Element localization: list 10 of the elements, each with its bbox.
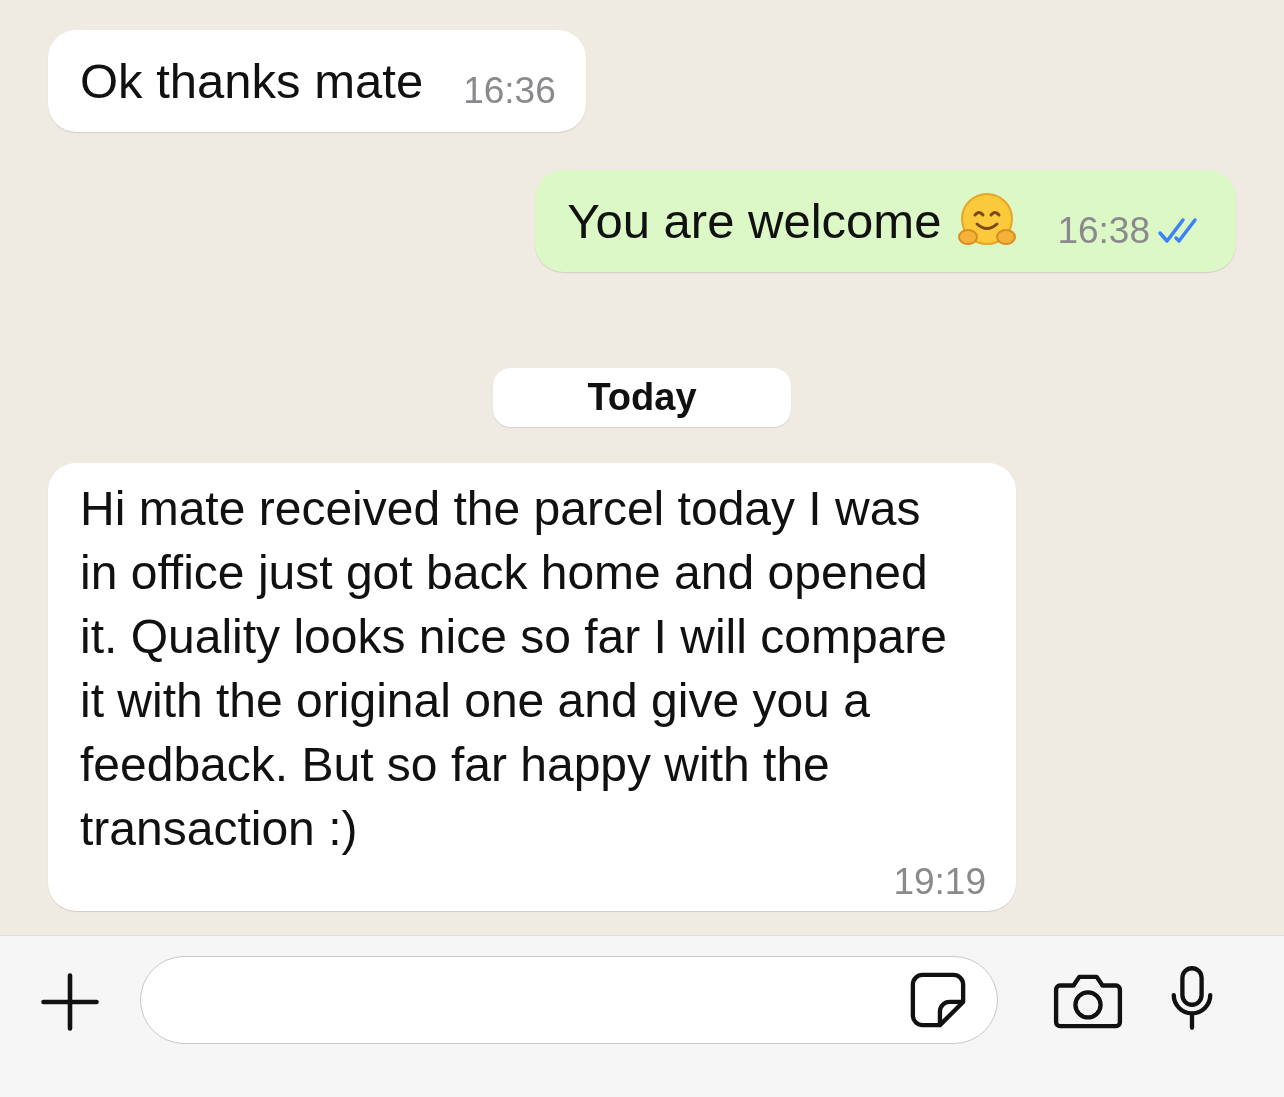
message-time: 16:36 [463,70,556,112]
message-text: Hi mate received the parcel today I was in office just got back home and opened it. Quality looks nice so far I will compare it with the original one and give you a feedback. But so far happy with the transaction :) [80,481,948,857]
sticker-icon[interactable] [909,971,967,1029]
camera-icon[interactable] [1052,972,1124,1030]
message-time: 16:38 [1057,210,1150,252]
message-text: You are welcome [567,193,942,250]
date-chip: Today [493,368,791,427]
message-time: 19:19 [893,861,986,903]
plus-icon[interactable] [38,970,102,1034]
message-text: Ok thanks mate [80,53,424,110]
